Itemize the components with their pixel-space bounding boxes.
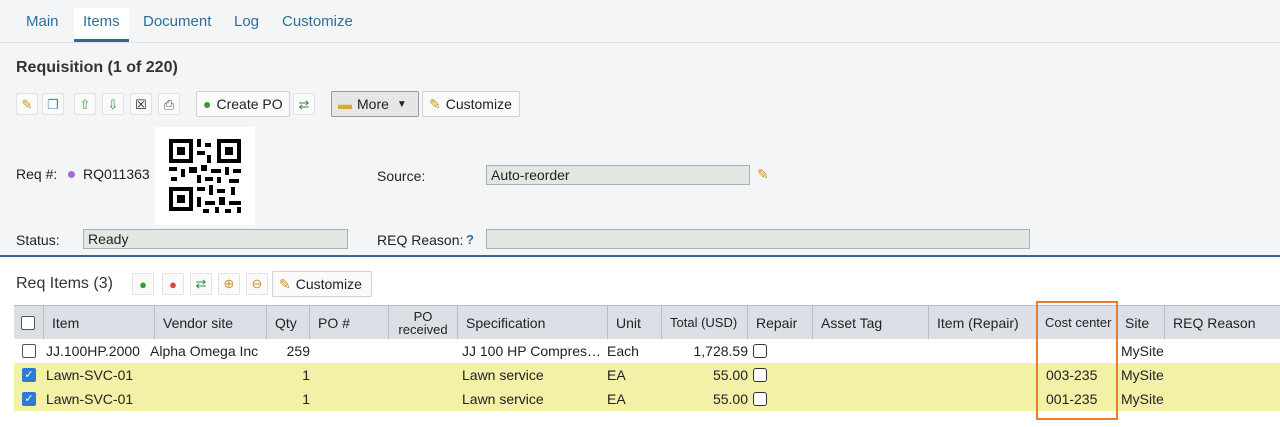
select-all-checkbox[interactable]: [21, 315, 35, 330]
column-header-specification[interactable]: Specification: [458, 306, 608, 339]
cell-qty: 259: [286, 343, 310, 359]
tab-document[interactable]: Document: [143, 13, 211, 30]
customize-button[interactable]: ✎ Customize: [422, 91, 520, 117]
tab-log[interactable]: Log: [234, 13, 259, 30]
tab-customize[interactable]: Customize: [282, 13, 353, 30]
column-header-item[interactable]: Item: [44, 306, 155, 339]
cell-site: MySite: [1121, 343, 1164, 359]
cell-qty: 1: [302, 367, 310, 383]
cell-vendor-site: Alpha Omega Inc: [150, 343, 259, 359]
tab-main[interactable]: Main: [26, 13, 59, 30]
add-circle-icon: ●: [203, 96, 212, 112]
items-customize-label: Customize: [295, 276, 362, 292]
cell-specification: Lawn service: [462, 391, 544, 407]
cell-unit: EA: [607, 367, 626, 383]
move-up-icon[interactable]: ⇧: [74, 93, 96, 115]
tab-bar: Main Items Document Log Customize: [0, 0, 1280, 43]
row-checkbox-checked[interactable]: ✓: [22, 368, 36, 382]
customize-label: Customize: [445, 96, 512, 112]
create-po-label: Create PO: [216, 96, 283, 112]
zoom-in-icon[interactable]: ⊕: [218, 273, 240, 295]
status-dot: [68, 171, 75, 178]
customize-icon: ✎: [279, 275, 291, 292]
status-label: Status:: [16, 232, 60, 248]
req-number-label: Req #:: [16, 166, 58, 182]
remove-row-icon[interactable]: ●: [162, 273, 184, 295]
row-checkbox-checked[interactable]: ✓: [22, 392, 36, 406]
page-title: Requisition (1 of 220): [16, 59, 178, 76]
column-header-unit[interactable]: Unit: [608, 306, 662, 339]
req-reason-field[interactable]: [486, 229, 1030, 249]
column-header-site[interactable]: Site: [1117, 306, 1165, 339]
cell-specification: JJ 100 HP Compres…: [462, 343, 602, 359]
add-row-icon[interactable]: ●: [132, 273, 154, 295]
row-checkbox[interactable]: [22, 344, 36, 358]
items-customize-button[interactable]: ✎ Customize: [272, 271, 372, 297]
req-number-value: RQ011363: [83, 166, 150, 182]
cell-site: MySite: [1121, 367, 1164, 383]
requisition-panel: Requisition (1 of 220) ✎ ❐ ⇧ ⇩ ☒ ⎙ ● Cre…: [0, 43, 1280, 257]
cost-center-highlight-box: [1036, 301, 1118, 420]
create-po-button[interactable]: ● Create PO: [196, 91, 290, 117]
zoom-out-icon[interactable]: ⊖: [246, 273, 268, 295]
cell-unit: EA: [607, 391, 626, 407]
status-field[interactable]: Ready: [83, 229, 348, 249]
delete-icon[interactable]: ☒: [130, 93, 152, 115]
column-header-po-received[interactable]: PO received: [389, 306, 458, 339]
copy-icon[interactable]: ❐: [42, 93, 64, 115]
column-header-qty[interactable]: Qty: [267, 306, 310, 339]
column-header-req-reason[interactable]: REQ Reason: [1165, 306, 1280, 339]
column-header-item-repair[interactable]: Item (Repair): [929, 306, 1037, 339]
qr-code: [155, 127, 255, 225]
repair-checkbox[interactable]: [753, 344, 767, 358]
req-reason-label: REQ Reason:: [377, 232, 464, 248]
export-icon[interactable]: ⇄: [293, 93, 315, 115]
pencil-icon[interactable]: ✎: [757, 166, 769, 183]
cell-site: MySite: [1121, 391, 1164, 407]
more-menu-button[interactable]: ▬ More ▼: [331, 91, 419, 117]
source-label: Source:: [377, 168, 426, 184]
column-header-asset-tag[interactable]: Asset Tag: [813, 306, 929, 339]
move-down-icon[interactable]: ⇩: [102, 93, 124, 115]
help-icon[interactable]: ?: [466, 232, 474, 247]
column-header-repair[interactable]: Repair: [748, 306, 813, 339]
cell-qty: 1: [302, 391, 310, 407]
source-field[interactable]: Auto-reorder: [486, 165, 750, 185]
tab-items[interactable]: Items: [74, 8, 129, 42]
column-header-vendor-site[interactable]: Vendor site: [155, 306, 267, 339]
print-icon[interactable]: ⎙: [158, 93, 180, 115]
select-all-cell: [14, 306, 44, 339]
cell-total: 1,728.59: [693, 343, 749, 359]
column-header-po-number[interactable]: PO #: [310, 306, 389, 339]
cell-total: 55.00: [712, 391, 748, 407]
customize-icon: ✎: [429, 95, 441, 112]
edit-icon[interactable]: ✎: [16, 93, 38, 115]
req-items-title: Req Items (3): [16, 275, 113, 292]
cell-specification: Lawn service: [462, 367, 544, 383]
folder-icon: ▬: [338, 96, 352, 112]
repair-checkbox[interactable]: [753, 368, 767, 382]
cell-unit: Each: [607, 343, 639, 359]
cell-total: 55.00: [712, 367, 748, 383]
column-header-total[interactable]: Total (USD): [662, 306, 748, 339]
export-rows-icon[interactable]: ⇄: [190, 273, 212, 295]
chevron-down-icon: ▼: [396, 98, 407, 110]
cell-item: Lawn-SVC-01: [46, 391, 134, 407]
repair-checkbox[interactable]: [753, 392, 767, 406]
cell-item: Lawn-SVC-01: [46, 367, 134, 383]
more-label: More: [357, 96, 389, 112]
cell-item: JJ.100HP.2000: [46, 343, 140, 359]
